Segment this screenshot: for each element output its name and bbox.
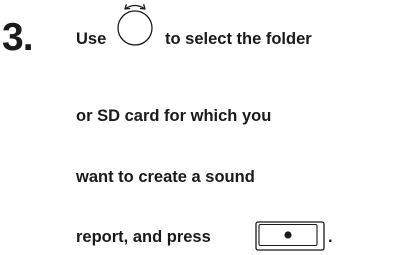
instruction-period: .	[328, 228, 333, 246]
instruction-text-select-folder: to select the folder	[165, 30, 312, 48]
step-number: 3.	[2, 16, 34, 59]
rotary-dial-icon	[117, 4, 153, 46]
instruction-text-line4: report, and press	[76, 228, 211, 246]
instruction-text-line2: or SD card for which you	[76, 107, 272, 125]
rec-button-icon	[255, 221, 325, 251]
instruction-text-use: Use	[76, 30, 107, 48]
instruction-text-line3: want to create a sound	[76, 168, 255, 186]
